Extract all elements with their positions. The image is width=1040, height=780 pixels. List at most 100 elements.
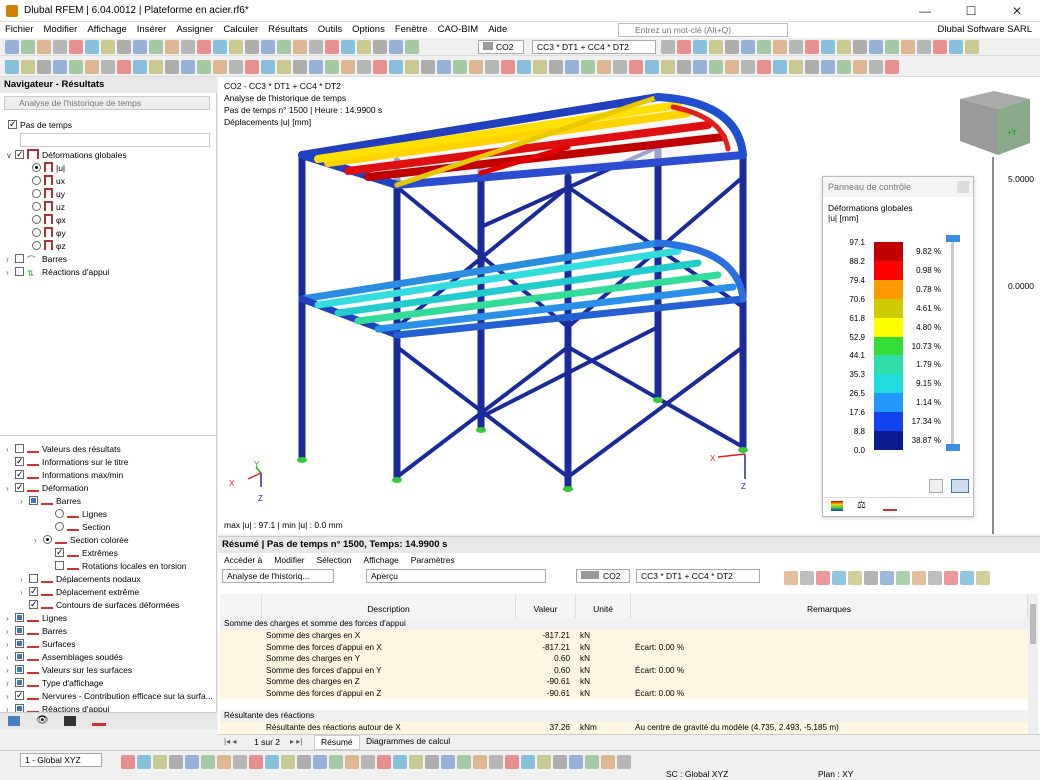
toolbar-icon[interactable] xyxy=(885,40,899,54)
legend-slider-top[interactable] xyxy=(946,235,960,242)
toolbar-icon[interactable] xyxy=(469,60,483,74)
analysis-type-select[interactable]: Analyse de l'historique de temps xyxy=(4,96,210,110)
expand-icon[interactable]: › xyxy=(6,625,15,638)
tree-item[interactable]: › Section colorée xyxy=(34,534,129,547)
toolbar-icon[interactable] xyxy=(917,40,931,54)
tree-item[interactable]: › Barres xyxy=(20,495,81,508)
toolbar-icon[interactable] xyxy=(149,40,163,54)
toolbar-icon[interactable] xyxy=(197,40,211,54)
result-menu-item[interactable]: Paramètres xyxy=(405,555,461,565)
scale-tab-icon[interactable]: ⚖ xyxy=(857,500,866,511)
result-analysis-combo[interactable]: Analyse de l'historiq... xyxy=(222,569,334,583)
toolbar-icon[interactable] xyxy=(773,60,787,74)
toolbar-icon[interactable] xyxy=(53,40,67,54)
toolbar-icon[interactable] xyxy=(757,60,771,74)
radio-icon[interactable] xyxy=(32,241,41,250)
toolbar-icon[interactable] xyxy=(297,755,311,769)
toolbar-icon[interactable] xyxy=(837,60,851,74)
toolbar-icon[interactable] xyxy=(517,60,531,74)
table-row[interactable]: Somme des forces d'appui en Y 0.60 kN Écart… xyxy=(220,664,1028,676)
first-page-icon[interactable]: |◂ ◂ xyxy=(224,737,236,746)
toolbar-icon[interactable] xyxy=(533,60,547,74)
menu-item[interactable]: Options xyxy=(347,22,390,38)
toolbar-icon[interactable] xyxy=(377,755,391,769)
result-menu-item[interactable]: Modifier xyxy=(268,555,310,565)
legend-slider-bottom[interactable] xyxy=(946,444,960,451)
toolbar-icon[interactable] xyxy=(864,571,878,585)
combination-combo[interactable]: CC3 * DT1 + CC4 * DT2 xyxy=(532,40,656,54)
toolbar-icon[interactable] xyxy=(165,40,179,54)
toolbar-icon[interactable] xyxy=(85,60,99,74)
toolbar-icon[interactable] xyxy=(789,40,803,54)
toolbar-icon[interactable] xyxy=(85,40,99,54)
toolbar-icon[interactable] xyxy=(37,40,51,54)
toolbar-icon[interactable] xyxy=(261,60,275,74)
table-row[interactable]: Somme des charges en X -817.21 kN xyxy=(220,630,1028,642)
toolbar-icon[interactable] xyxy=(165,60,179,74)
toolbar-icon[interactable] xyxy=(928,571,942,585)
table-row[interactable]: Somme des forces d'appui en X -817.21 kN Éc… xyxy=(220,641,1028,653)
toolbar-icon[interactable] xyxy=(565,60,579,74)
checkbox-icon[interactable] xyxy=(15,639,24,648)
toolbar-icon[interactable] xyxy=(853,60,867,74)
toolbar-icon[interactable] xyxy=(896,571,910,585)
toolbar-icon[interactable] xyxy=(853,40,867,54)
toolbar-icon[interactable] xyxy=(709,40,723,54)
toolbar-icon[interactable] xyxy=(281,755,295,769)
display-tab-icon[interactable]: 👁 xyxy=(36,715,49,726)
checkbox-icon[interactable] xyxy=(15,665,24,674)
menu-item[interactable]: Aide xyxy=(483,22,512,38)
global-deformations-item[interactable]: ∨Déformations globales xyxy=(6,148,127,162)
menu-item[interactable]: CAO-BIM xyxy=(433,22,484,38)
menu-item[interactable]: Outils xyxy=(313,22,347,38)
toolbar-icon[interactable] xyxy=(485,60,499,74)
toolbar-icon[interactable] xyxy=(521,755,535,769)
toolbar-icon[interactable] xyxy=(837,40,851,54)
tree-item[interactable]: › Valeurs sur les surfaces xyxy=(6,664,132,677)
toolbar-icon[interactable] xyxy=(21,40,35,54)
toolbar-icon[interactable] xyxy=(425,755,439,769)
toolbar-icon[interactable] xyxy=(245,60,259,74)
toolbar-icon[interactable] xyxy=(117,40,131,54)
checkbox-icon[interactable] xyxy=(29,496,38,505)
toolbar-icon[interactable] xyxy=(976,571,990,585)
expand-icon[interactable]: › xyxy=(20,573,29,586)
toolbar-icon[interactable] xyxy=(361,755,375,769)
toolbar-icon[interactable] xyxy=(357,60,371,74)
radio-icon[interactable] xyxy=(32,228,41,237)
toolbar-icon[interactable] xyxy=(457,755,471,769)
menu-item[interactable]: Assigner xyxy=(171,22,218,38)
toolbar-icon[interactable] xyxy=(597,60,611,74)
result-menu-item[interactable]: Sélection xyxy=(311,555,358,565)
toolbar-icon[interactable] xyxy=(309,40,323,54)
toolbar-icon[interactable] xyxy=(405,40,419,54)
checkbox-icon[interactable] xyxy=(55,522,64,531)
members-item[interactable]: › ⌒ Barres xyxy=(6,253,67,266)
tree-item[interactable]: ›Nervures - Contribution efficace sur la… xyxy=(6,689,213,703)
toolbar-icon[interactable] xyxy=(229,60,243,74)
toolbar-icon[interactable] xyxy=(848,571,862,585)
toolbar-icon[interactable] xyxy=(313,755,327,769)
toolbar-icon[interactable] xyxy=(169,755,183,769)
toolbar-icon[interactable] xyxy=(645,60,659,74)
toolbar-icon[interactable] xyxy=(677,60,691,74)
tab-calc-diagrams[interactable]: Diagrammes de calcul xyxy=(360,735,456,750)
checkbox-icon[interactable] xyxy=(43,535,52,544)
toolbar-icon[interactable] xyxy=(629,60,643,74)
toolbar-icon[interactable] xyxy=(537,755,551,769)
toolbar-icon[interactable] xyxy=(373,60,387,74)
toolbar-icon[interactable] xyxy=(741,40,755,54)
expand-icon[interactable]: › xyxy=(6,690,15,703)
toolbar-icon[interactable] xyxy=(489,755,503,769)
toolbar-icon[interactable] xyxy=(277,60,291,74)
toolbar-icon[interactable] xyxy=(345,755,359,769)
expand-icon[interactable]: › xyxy=(6,664,15,677)
tree-item[interactable]: Informations sur le titre xyxy=(6,455,128,469)
toolbar-icon[interactable] xyxy=(661,40,675,54)
checkbox-icon[interactable] xyxy=(29,574,38,583)
data-tab-icon[interactable] xyxy=(8,716,20,726)
colors-tab-icon[interactable] xyxy=(831,501,843,511)
toolbar-icon[interactable] xyxy=(617,755,631,769)
tree-item[interactable]: Extrêmes xyxy=(46,546,118,560)
toolbar-icon[interactable] xyxy=(901,40,915,54)
